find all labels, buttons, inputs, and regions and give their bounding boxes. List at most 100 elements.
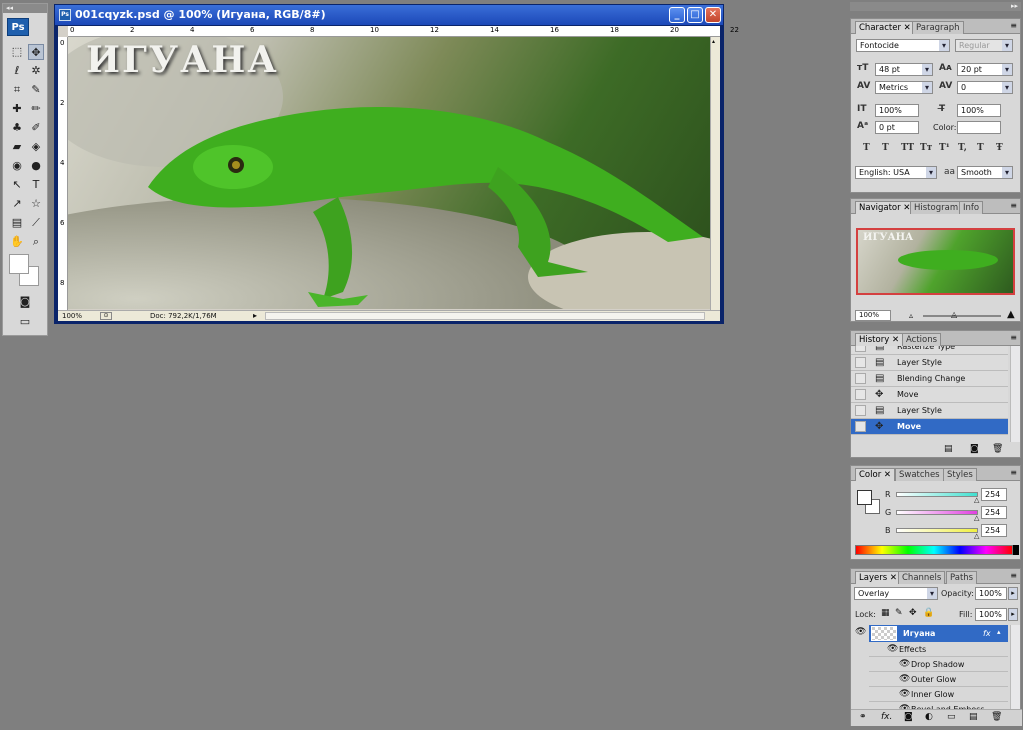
blend-mode-dropdown[interactable]: Overlay xyxy=(854,587,938,600)
text-style-button-4[interactable]: Tт xyxy=(920,143,932,153)
eraser-tool[interactable]: ▰ xyxy=(9,139,25,155)
history-item[interactable]: ✥ Move xyxy=(851,419,1008,435)
history-brush-tool[interactable]: ✐ xyxy=(28,120,44,136)
navigator-preview[interactable]: ИГУАНА xyxy=(856,228,1015,295)
language-dropdown[interactable]: English: USA xyxy=(855,166,937,179)
panel-menu-icon[interactable]: ≡ xyxy=(1010,202,1017,210)
panel-menu-icon[interactable]: ≡ xyxy=(1010,22,1017,30)
hand-tool[interactable]: ✋ xyxy=(9,234,25,250)
layer-row-iguana[interactable]: Игуана fx ▴ xyxy=(869,625,1008,642)
text-style-button-1[interactable]: T xyxy=(863,143,870,153)
add-layer-style-icon[interactable]: fx. xyxy=(881,712,892,722)
history-item[interactable]: ▤ Blending Change xyxy=(851,371,1008,387)
history-snapshot-checkbox[interactable] xyxy=(855,346,866,352)
text-style-button-3[interactable]: TT xyxy=(901,143,914,153)
text-style-button-7[interactable]: T xyxy=(977,143,984,153)
new-snapshot-icon[interactable]: ◙ xyxy=(970,444,979,454)
channel-slider[interactable] xyxy=(896,528,978,533)
effect-eye-icon[interactable]: 👁 xyxy=(899,672,910,687)
panel-menu-icon[interactable]: ≡ xyxy=(1010,334,1017,342)
move-tool[interactable]: ✥ xyxy=(28,44,44,60)
dodge-tool[interactable]: ● xyxy=(28,158,44,174)
history-snapshot-checkbox[interactable] xyxy=(855,421,866,432)
tracking-field[interactable]: 0 xyxy=(957,81,1013,94)
color-fg-swatch[interactable] xyxy=(857,490,872,505)
link-layers-icon[interactable]: ⚭ xyxy=(859,712,867,722)
new-document-from-state-icon[interactable]: ▤ xyxy=(944,444,953,454)
navigator-zoom-field[interactable]: 100% xyxy=(855,310,891,321)
spectrum-black-swatch[interactable] xyxy=(1013,545,1019,555)
document-vertical-scrollbar[interactable]: ▴ xyxy=(710,37,720,310)
channel-value-field[interactable]: 254 xyxy=(981,506,1007,519)
vertical-scale-field[interactable]: 100% xyxy=(875,104,919,117)
tab-info[interactable]: Info xyxy=(959,201,984,214)
tab-paths[interactable]: Paths xyxy=(946,571,978,584)
tab-histogram[interactable]: Histogram xyxy=(910,201,963,214)
panel-menu-icon[interactable]: ≡ xyxy=(1010,572,1017,580)
text-style-button-2[interactable]: T xyxy=(882,143,889,153)
effect-eye-icon[interactable]: 👁 xyxy=(899,702,910,709)
opacity-slider-arrow-icon[interactable]: ▸ xyxy=(1008,587,1018,600)
history-scrollbar[interactable] xyxy=(1010,346,1020,442)
close-button[interactable]: ✕ xyxy=(705,7,721,23)
brush-tool[interactable]: ✏ xyxy=(28,101,44,117)
quick-mask-icon[interactable]: ◙ xyxy=(17,294,33,310)
baseline-shift-field[interactable]: 0 pt xyxy=(875,121,919,134)
navigator-slider-thumb[interactable]: ◬ xyxy=(951,310,957,319)
shape-tool[interactable]: ☆ xyxy=(28,196,44,212)
text-style-button-8[interactable]: Ŧ xyxy=(996,143,1003,153)
zoom-level[interactable]: 100% xyxy=(62,311,82,321)
crop-tool[interactable]: ⌗ xyxy=(9,82,25,98)
lock-image-icon[interactable]: ✎ xyxy=(895,608,903,618)
panel-menu-icon[interactable]: ≡ xyxy=(1010,469,1017,477)
clone-stamp-tool[interactable]: ♣ xyxy=(9,120,25,136)
history-snapshot-checkbox[interactable] xyxy=(855,405,866,416)
add-mask-icon[interactable]: ◙ xyxy=(904,712,913,722)
history-snapshot-checkbox[interactable] xyxy=(855,389,866,400)
screen-mode-icon[interactable]: ▭ xyxy=(17,314,33,330)
slice-tool[interactable]: ✎ xyxy=(28,82,44,98)
toolbox-grip[interactable]: ◂◂ xyxy=(3,4,47,13)
channel-slider-thumb[interactable]: △ xyxy=(974,533,980,540)
channel-slider-thumb[interactable]: △ xyxy=(974,497,980,504)
history-item[interactable]: ▤ Layer Style xyxy=(851,403,1008,419)
zoom-in-icon[interactable]: ▲ xyxy=(1007,309,1015,320)
direct-selection-tool[interactable]: ↗ xyxy=(9,196,25,212)
effect-row[interactable]: 👁 Drop Shadow xyxy=(869,657,1008,672)
effect-row[interactable]: 👁 Outer Glow xyxy=(869,672,1008,687)
tab-history[interactable]: History ✕ xyxy=(855,333,904,346)
delete-state-icon[interactable]: 🗑 xyxy=(992,444,1003,454)
text-style-button-6[interactable]: T, xyxy=(958,143,967,153)
layer-collapse-arrow-icon[interactable]: ▴ xyxy=(997,628,1001,636)
history-item[interactable]: ▤ Layer Style xyxy=(851,355,1008,371)
font-size-field[interactable]: 48 pt xyxy=(875,63,933,76)
tab-navigator[interactable]: Navigator ✕ xyxy=(855,201,915,214)
zoom-out-icon[interactable]: ▵ xyxy=(909,311,913,320)
panel-dock-grip[interactable]: ▸▸ xyxy=(850,2,1021,11)
path-selection-tool[interactable]: ↖ xyxy=(9,177,25,193)
marquee-tool[interactable]: ⬚ xyxy=(9,44,25,60)
effect-eye-icon[interactable]: 👁 xyxy=(899,657,910,672)
lock-transparent-icon[interactable]: ▦ xyxy=(881,608,890,618)
text-style-button-5[interactable]: T¹ xyxy=(939,143,950,153)
tab-swatches[interactable]: Swatches xyxy=(895,468,944,481)
layers-scrollbar[interactable] xyxy=(1010,625,1020,709)
eyedropper-tool[interactable]: ⟋ xyxy=(28,215,44,231)
zoom-tool[interactable]: ⌕ xyxy=(28,234,44,250)
new-group-icon[interactable]: ▭ xyxy=(947,712,956,722)
effect-row[interactable]: 👁 Inner Glow xyxy=(869,687,1008,702)
channel-value-field[interactable]: 254 xyxy=(981,488,1007,501)
new-layer-icon[interactable]: ▤ xyxy=(969,712,978,722)
tab-character[interactable]: Character ✕ xyxy=(855,21,915,34)
paint-bucket-tool[interactable]: ◈ xyxy=(28,139,44,155)
effect-row[interactable]: 👁Bevel and Emboss xyxy=(869,702,1008,709)
navigator-zoom-slider[interactable] xyxy=(923,315,1001,317)
fill-slider-arrow-icon[interactable]: ▸ xyxy=(1008,608,1018,621)
antialias-dropdown[interactable]: Smooth xyxy=(957,166,1013,179)
layer-fx-badge[interactable]: fx xyxy=(983,625,991,642)
adjustment-layer-icon[interactable]: ◐ xyxy=(925,712,933,722)
horizontal-scale-field[interactable]: 100% xyxy=(957,104,1001,117)
document-horizontal-scrollbar[interactable] xyxy=(265,312,705,320)
healing-brush-tool[interactable]: ✚ xyxy=(9,101,25,117)
lasso-tool[interactable]: ℓ xyxy=(9,63,25,79)
